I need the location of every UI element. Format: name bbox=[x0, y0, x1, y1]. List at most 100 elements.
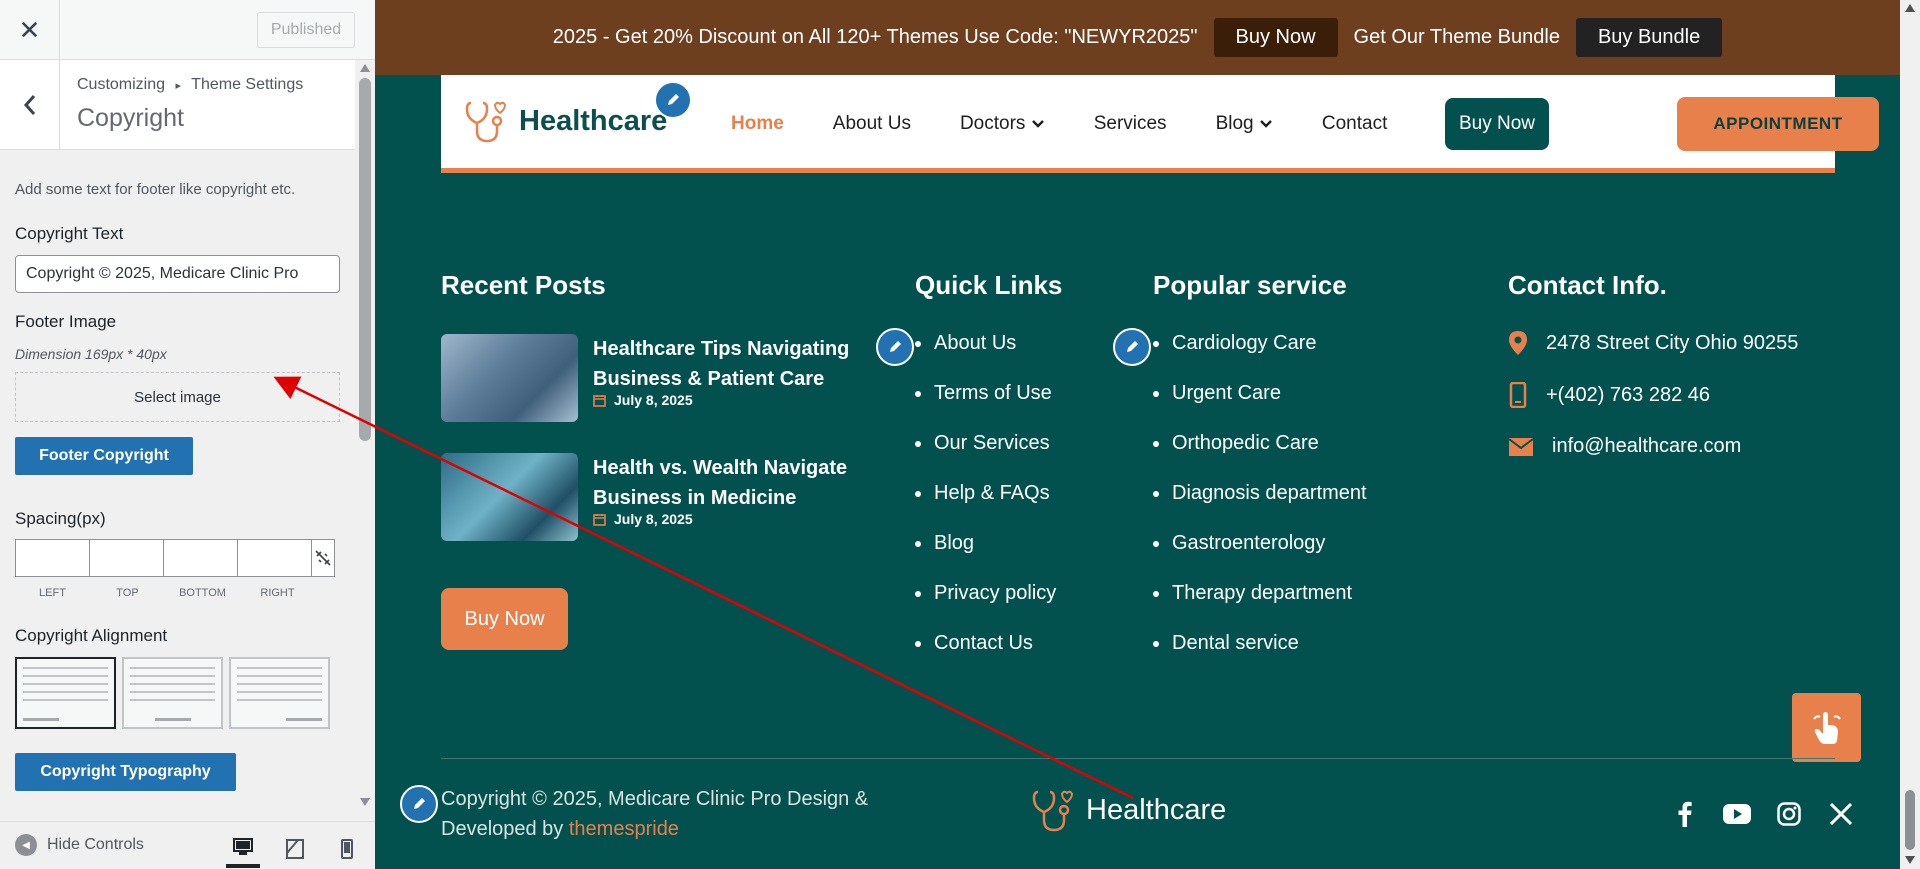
post-thumbnail[interactable] bbox=[441, 334, 578, 422]
footer-copyright-button[interactable]: Footer Copyright bbox=[15, 437, 193, 475]
calendar-icon bbox=[593, 513, 606, 526]
breadcrumb-root: Customizing bbox=[77, 76, 166, 93]
promo-buy-bundle-button[interactable]: Buy Bundle bbox=[1575, 18, 1723, 57]
footer-buy-now-button[interactable]: Buy Now bbox=[441, 588, 568, 650]
footer-logo[interactable]: Healthcare bbox=[1030, 786, 1226, 834]
quick-link-contact[interactable]: Contact Us bbox=[915, 628, 1056, 678]
chevron-down-icon bbox=[1260, 120, 1272, 128]
spacing-bottom-input[interactable] bbox=[163, 539, 238, 577]
nav-doctors-label: Doctors bbox=[959, 113, 1026, 134]
chevron-left-icon bbox=[23, 95, 35, 115]
sidebar-scrollbar[interactable] bbox=[355, 60, 375, 821]
preview-scroll-thumb[interactable] bbox=[1905, 790, 1915, 850]
spacing-left-input[interactable] bbox=[15, 539, 90, 577]
nav-item-contact[interactable]: Contact bbox=[1322, 113, 1387, 135]
copyright-alignment-label: Copyright Alignment bbox=[15, 626, 168, 645]
contact-info-heading: Contact Info. bbox=[1508, 270, 1667, 300]
back-button[interactable] bbox=[0, 60, 60, 150]
spacing-field-labels: LEFT TOP BOTTOM RIGHT bbox=[15, 587, 315, 599]
breadcrumb-parent: Theme Settings bbox=[191, 76, 304, 93]
x-twitter-icon[interactable] bbox=[1827, 800, 1855, 828]
copyright-text-input[interactable] bbox=[15, 255, 340, 293]
spacing-right-label: RIGHT bbox=[260, 587, 295, 599]
nav-item-about[interactable]: About Us bbox=[833, 113, 911, 135]
scroll-down-icon[interactable] bbox=[1905, 856, 1915, 864]
sidebar-scroll-thumb[interactable] bbox=[359, 78, 371, 441]
edit-quick-links-shortcut-icon[interactable] bbox=[876, 328, 914, 366]
tablet-preview-icon[interactable] bbox=[278, 830, 312, 868]
contact-phone: +(402) 763 282 46 bbox=[1508, 382, 1710, 408]
breadcrumb: Customizing ▸ Theme Settings bbox=[77, 76, 303, 94]
recent-post-item[interactable]: Health vs. Wealth Navigate Business in M… bbox=[441, 453, 861, 543]
post-title[interactable]: Health vs. Wealth Navigate Business in M… bbox=[593, 453, 863, 513]
service-link-gastro[interactable]: Gastroenterology bbox=[1153, 528, 1367, 578]
align-right-option[interactable] bbox=[229, 657, 330, 729]
nav-item-doctors[interactable]: Doctors bbox=[960, 113, 1045, 135]
quick-link-services[interactable]: Our Services bbox=[915, 428, 1056, 478]
service-link-urgent[interactable]: Urgent Care bbox=[1153, 378, 1367, 428]
quick-link-terms[interactable]: Terms of Use bbox=[915, 378, 1056, 428]
scroll-down-icon[interactable] bbox=[360, 798, 370, 806]
edit-popular-shortcut-icon[interactable] bbox=[1113, 328, 1151, 366]
floating-action-button[interactable] bbox=[1792, 693, 1861, 762]
copyright-typography-button[interactable]: Copyright Typography bbox=[15, 753, 236, 791]
nav-item-blog[interactable]: Blog bbox=[1216, 113, 1273, 135]
facebook-icon[interactable] bbox=[1671, 800, 1699, 828]
social-links bbox=[1671, 800, 1855, 828]
hide-controls-button[interactable]: ◀ Hide Controls bbox=[15, 834, 144, 856]
quick-link-help[interactable]: Help & FAQs bbox=[915, 478, 1056, 528]
nav-item-home[interactable]: Home bbox=[731, 113, 784, 135]
instagram-icon[interactable] bbox=[1775, 800, 1803, 828]
themespride-link[interactable]: themespride bbox=[569, 818, 679, 840]
spacing-top-label: TOP bbox=[116, 587, 139, 599]
post-title[interactable]: Healthcare Tips Navigating Business & Pa… bbox=[593, 334, 863, 394]
header-buy-now-button[interactable]: Buy Now bbox=[1445, 98, 1549, 150]
desktop-preview-icon[interactable] bbox=[226, 830, 260, 868]
close-customizer-button[interactable]: ✕ bbox=[0, 0, 60, 60]
align-center-option[interactable] bbox=[122, 657, 223, 729]
scroll-up-icon[interactable] bbox=[360, 64, 370, 72]
spacing-bottom-label: BOTTOM bbox=[179, 587, 226, 599]
quick-link-about[interactable]: About Us bbox=[915, 328, 1056, 378]
contact-phone-text[interactable]: +(402) 763 282 46 bbox=[1546, 384, 1710, 407]
scroll-up-icon[interactable] bbox=[1905, 4, 1915, 12]
breadcrumb-separator: ▸ bbox=[175, 80, 182, 92]
stethoscope-heart-icon bbox=[1032, 790, 1074, 832]
youtube-icon[interactable] bbox=[1723, 800, 1751, 828]
preview-scrollbar[interactable] bbox=[1900, 0, 1920, 869]
appointment-button[interactable]: APPOINTMENT bbox=[1677, 97, 1879, 151]
site-header: Healthcare Home About Us Doctors Service… bbox=[441, 75, 1879, 173]
promo-bar: 2025 - Get 20% Discount on All 120+ Them… bbox=[375, 0, 1900, 75]
published-button[interactable]: Published bbox=[257, 12, 355, 48]
promo-buy-now-button[interactable]: Buy Now bbox=[1213, 18, 1338, 57]
service-link-diagnosis[interactable]: Diagnosis department bbox=[1153, 478, 1367, 528]
edit-logo-shortcut-icon[interactable] bbox=[654, 81, 692, 119]
envelope-icon bbox=[1508, 437, 1534, 456]
site-logo[interactable]: Healthcare bbox=[463, 97, 667, 145]
align-left-option[interactable] bbox=[15, 657, 116, 729]
edit-copyright-shortcut-icon[interactable] bbox=[400, 785, 438, 823]
quick-link-privacy[interactable]: Privacy policy bbox=[915, 578, 1056, 628]
service-link-cardiology[interactable]: Cardiology Care bbox=[1153, 328, 1367, 378]
post-thumbnail[interactable] bbox=[441, 453, 578, 541]
post-date: July 8, 2025 bbox=[593, 392, 693, 408]
customizer-sidebar: ✕ Published Customizing ▸ Theme Settings… bbox=[0, 0, 375, 869]
service-link-therapy[interactable]: Therapy department bbox=[1153, 578, 1367, 628]
select-image-button[interactable]: Select image bbox=[15, 372, 340, 422]
service-link-dental[interactable]: Dental service bbox=[1153, 628, 1367, 678]
recent-post-item[interactable]: Healthcare Tips Navigating Business & Pa… bbox=[441, 334, 861, 424]
contact-email-text[interactable]: info@healthcare.com bbox=[1552, 435, 1741, 458]
spacing-top-input[interactable] bbox=[89, 539, 164, 577]
nav-item-services[interactable]: Services bbox=[1094, 113, 1167, 135]
quick-link-blog[interactable]: Blog bbox=[915, 528, 1056, 578]
footer-divider bbox=[441, 758, 1835, 759]
popular-service-list: Cardiology Care Urgent Care Orthopedic C… bbox=[1153, 328, 1367, 678]
mobile-preview-icon[interactable] bbox=[330, 830, 364, 868]
copyright-line2-prefix: Developed by bbox=[441, 818, 569, 840]
unlink-spacing-icon[interactable] bbox=[311, 539, 335, 577]
footer-image-dimension: Dimension 169px * 40px bbox=[15, 346, 167, 362]
service-link-orthopedic[interactable]: Orthopedic Care bbox=[1153, 428, 1367, 478]
spacing-right-input[interactable] bbox=[237, 539, 312, 577]
promo-text: 2025 - Get 20% Discount on All 120+ Them… bbox=[552, 26, 1198, 48]
location-pin-icon bbox=[1509, 331, 1527, 355]
